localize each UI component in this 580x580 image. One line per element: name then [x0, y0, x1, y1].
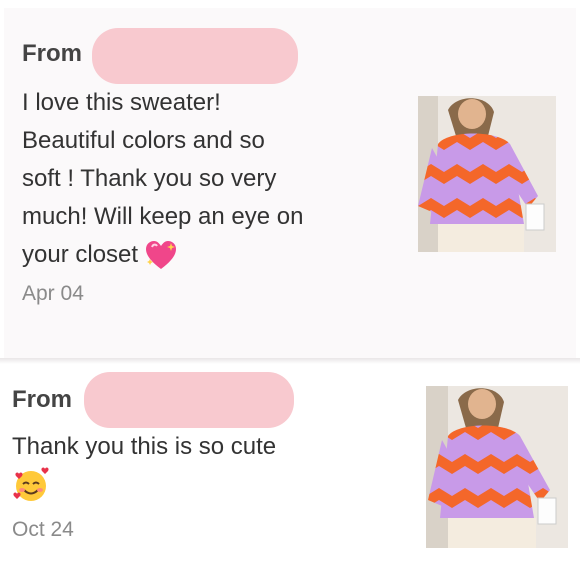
message-line: I love this sweater!: [22, 89, 221, 116]
from-label: From: [22, 40, 82, 67]
redacted-username: [92, 28, 298, 84]
message-text: I love this sweater! Beautiful colors an…: [22, 84, 402, 274]
message-date: Apr 04: [22, 282, 84, 305]
message-line-last: your closet: [22, 236, 402, 274]
message-text: Thank you this is so cute: [12, 433, 277, 460]
message-date: Oct 24: [12, 518, 74, 541]
card-divider: [0, 358, 580, 364]
item-thumbnail[interactable]: [426, 386, 568, 548]
message-line: soft ! Thank you so very: [22, 165, 277, 192]
message-card-1[interactable]: From I love this sweater! Beautiful colo…: [4, 8, 576, 358]
message-line: much! Will keep an eye on: [22, 203, 304, 230]
sparkling-heart-icon: [146, 240, 177, 269]
item-thumbnail[interactable]: [418, 96, 556, 252]
message-line: Beautiful colors and so: [22, 127, 265, 154]
redacted-username: [84, 372, 294, 428]
sweater-photo-icon: [418, 96, 556, 252]
sweater-photo-icon: [426, 386, 568, 548]
smiling-face-with-hearts-icon: [13, 467, 49, 501]
from-label: From: [12, 386, 72, 413]
message-line: your closet: [22, 241, 139, 268]
